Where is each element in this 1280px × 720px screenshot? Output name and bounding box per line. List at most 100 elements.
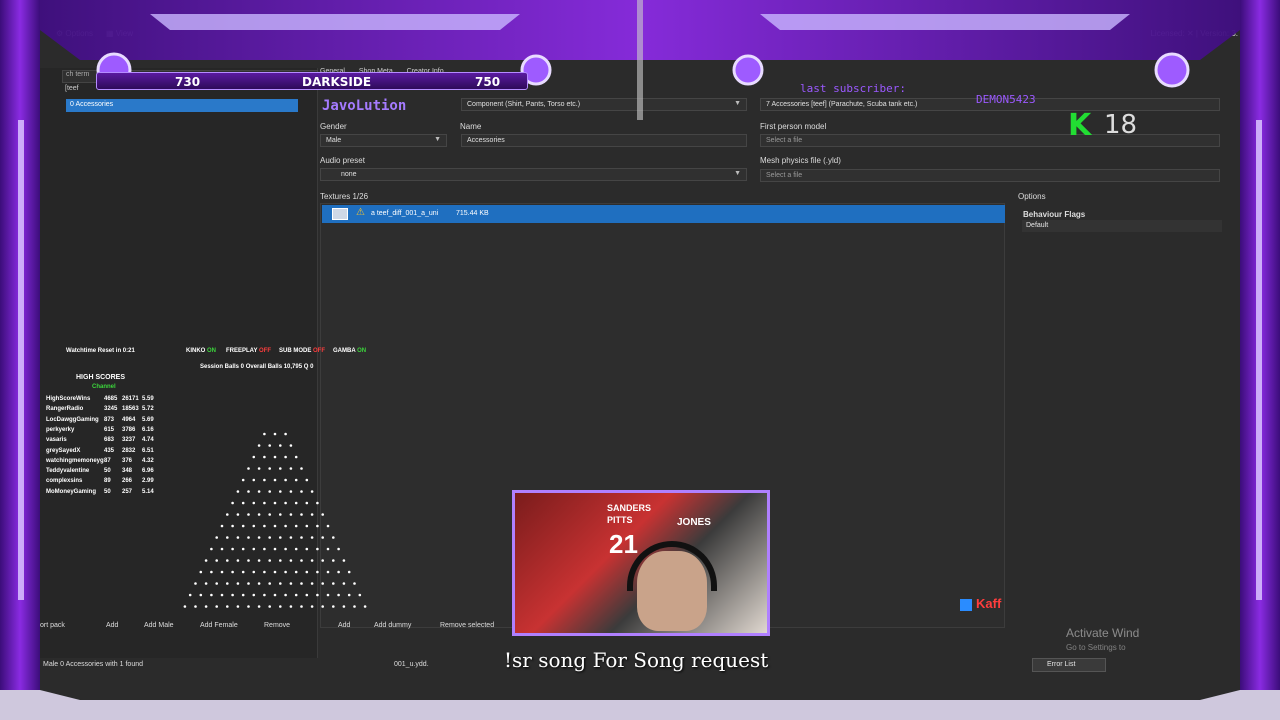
plinko-peg [247, 536, 250, 539]
plinko-peg [284, 593, 287, 597]
toolbar-add-female[interactable]: Add Female [200, 622, 238, 629]
wins: 89 [104, 478, 111, 485]
plinko-peg [316, 570, 319, 574]
plinko-peg [257, 490, 261, 493]
plinko-peg [257, 582, 261, 585]
plinko-peg [337, 593, 340, 597]
plinko-peg [247, 559, 250, 562]
plinko-peg [268, 444, 271, 447]
plinko-peg [241, 593, 245, 597]
plinko-peg [294, 593, 298, 597]
chevron-down-icon: ▼ [434, 136, 441, 143]
plinko-peg [252, 524, 256, 528]
toolbar-add-2[interactable]: Add [338, 622, 350, 629]
plinko-peg [332, 582, 335, 585]
plinko-peg [268, 605, 271, 608]
score-left: 730 [175, 75, 201, 89]
type-select[interactable]: Component (Shirt, Pants, Torso etc.) ▼ [461, 98, 747, 111]
average: 4.32 [142, 457, 154, 464]
toolbar-remove-selected[interactable]: Remove selected [440, 622, 494, 629]
points: 266 [122, 478, 133, 485]
options-title: Options [1018, 192, 1046, 201]
jersey-name-1: PITTS [607, 515, 633, 525]
plinko-peg [252, 501, 256, 505]
plinko-peg [305, 478, 309, 482]
gender-select[interactable]: Male ▼ [320, 134, 447, 147]
player-name: Teddyvalentine [46, 468, 90, 475]
average: 5.14 [142, 488, 154, 495]
mesh-file-input[interactable]: Select a file [760, 169, 1220, 182]
toolbar-remove[interactable]: Remove [264, 622, 290, 629]
plinko-peg [316, 524, 319, 528]
license-info: Licensed: ✕ | Version: 3. [1150, 29, 1238, 38]
plinko-peg [247, 582, 250, 585]
plinko-peg [268, 559, 271, 562]
toolbar-add-dummy[interactable]: Add dummy [374, 622, 411, 629]
selected-tree-row[interactable]: 0 Accessories [66, 99, 298, 112]
plinko-peg [236, 582, 240, 585]
plinko-peg [347, 570, 351, 574]
status-text: Male 0 Accessories with 1 found [43, 661, 143, 668]
plinko-peg [279, 605, 282, 608]
player-name: MoMoneyGaming [46, 488, 97, 495]
plinko-peg [300, 490, 303, 493]
player-name: HighScoreWins [46, 396, 91, 402]
plinko-peg [273, 432, 277, 436]
plinko-peg [257, 444, 261, 447]
plinko-peg [263, 501, 266, 505]
plinko-peg [257, 605, 261, 608]
toolbar-import-pack[interactable]: ort pack [40, 622, 65, 629]
last-subscriber-label: last subscriber: [800, 82, 906, 95]
plinko-peg [305, 570, 309, 574]
plinko-peg [310, 605, 314, 608]
plinko-peg [210, 593, 213, 597]
plinko-peg [226, 513, 229, 516]
plinko-peg [305, 501, 309, 505]
plinko-peg [310, 536, 314, 539]
plinko-peg [321, 582, 324, 585]
texture-row[interactable]: ⚠ a teef_diff_001_a_uni 715.44 KB [322, 205, 1005, 223]
plinko-peg [337, 547, 340, 551]
gear-icon: ⚙ [56, 29, 66, 38]
plinko-peg [289, 559, 293, 562]
plinko-peg [300, 582, 303, 585]
player-name: complexsins [46, 478, 83, 485]
plinko-peg [300, 536, 303, 539]
plinko-peg [226, 559, 229, 562]
menu-view[interactable]: ▦ View [106, 29, 133, 38]
plinko-peg [241, 547, 245, 551]
plinko-peg [353, 605, 356, 608]
plinko-peg [284, 455, 287, 459]
wins: 50 [104, 488, 111, 495]
plinko-peg [305, 524, 309, 528]
plinko-peg [263, 593, 266, 597]
image-icon [332, 208, 348, 220]
first-person-label: First person model [760, 122, 827, 131]
plinko-peg [236, 605, 240, 608]
plinko-peg [342, 559, 346, 562]
plinko-peg [353, 582, 356, 585]
behaviour-flags-value[interactable]: Default [1022, 220, 1222, 232]
error-list-button[interactable]: Error List [1032, 658, 1106, 672]
plinko-peg [294, 478, 298, 482]
toolbar-add[interactable]: Add [106, 622, 118, 629]
plinko-peg [220, 570, 224, 574]
first-person-file-input[interactable]: Select a file [760, 134, 1220, 147]
plinko-peg [247, 605, 250, 608]
plinko-peg [316, 593, 319, 597]
warning-icon: ⚠ [356, 207, 365, 218]
chat-popup: Kaff [960, 596, 1001, 611]
plinko-peg [236, 490, 240, 493]
plinko-peg [284, 501, 287, 505]
plinko-peg [342, 605, 346, 608]
toolbar-add-male[interactable]: Add Male [144, 622, 174, 629]
plinko-peg [289, 582, 293, 585]
menu-options[interactable]: ⚙ Options [56, 29, 93, 38]
plinko-peg [252, 547, 256, 551]
name-input[interactable]: Accessories [461, 134, 747, 147]
plinko-peg [220, 547, 224, 551]
plinko-peg [279, 467, 282, 470]
audio-select[interactable]: none ▼ [320, 168, 747, 181]
plinko-peg [294, 570, 298, 574]
plinko-peg [257, 559, 261, 562]
